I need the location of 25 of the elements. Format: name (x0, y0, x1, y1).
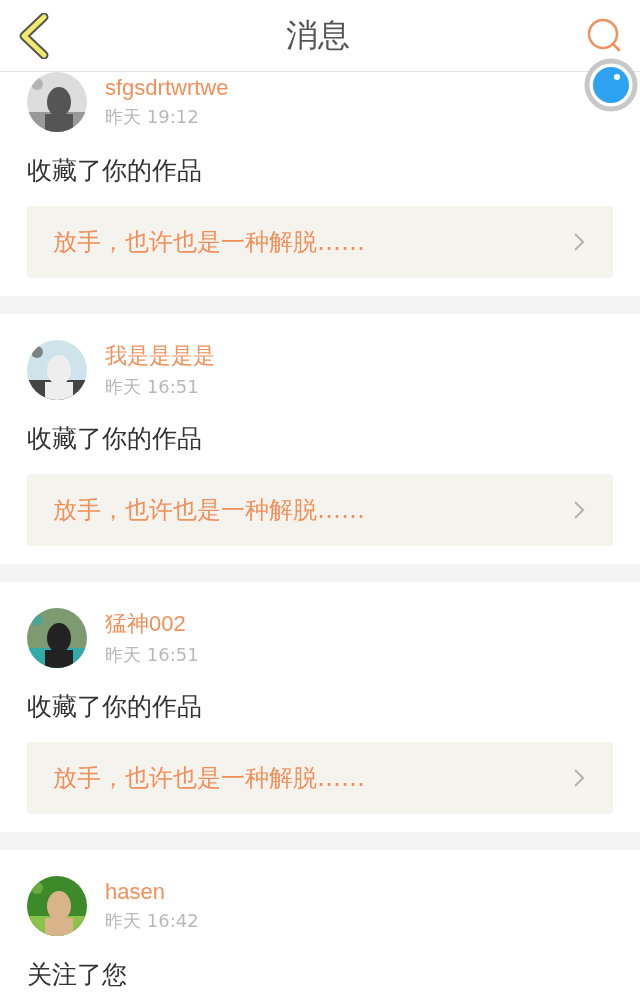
floating-button-icon[interactable] (584, 58, 638, 112)
work-link[interactable]: 放手，也许也是一种解脱…… (27, 742, 613, 814)
search-icon[interactable] (586, 17, 622, 54)
message-text: 关注了您 (27, 959, 128, 991)
timestamp: 昨天 16:51 (105, 375, 200, 399)
message-text: 收藏了你的作品 (27, 691, 203, 723)
work-title: 放手，也许也是一种解脱…… (53, 227, 365, 258)
user-name[interactable]: 我是是是是 (105, 341, 215, 371)
timestamp: 昨天 16:42 (105, 909, 199, 933)
user-name[interactable]: hasen (105, 879, 199, 905)
work-title: 放手，也许也是一种解脱…… (53, 763, 365, 794)
work-title: 放手，也许也是一种解脱…… (53, 495, 365, 526)
user-name[interactable]: sfgsdrtwrtwe (105, 75, 229, 101)
timestamp: 昨天 19:12 (105, 105, 200, 129)
chevron-icon (573, 500, 585, 520)
work-link[interactable]: 放手，也许也是一种解脱…… (27, 206, 613, 278)
page-title: 消息 (286, 14, 350, 56)
chevron-icon (573, 232, 585, 252)
user-name[interactable]: 猛神002 (105, 609, 199, 639)
message-text: 收藏了你的作品 (27, 423, 203, 455)
work-link[interactable]: 放手，也许也是一种解脱…… (27, 474, 613, 546)
chevron-icon (573, 768, 585, 788)
timestamp: 昨天 16:51 (105, 643, 199, 667)
back-icon[interactable] (18, 12, 50, 59)
message-text: 收藏了你的作品 (27, 155, 203, 187)
